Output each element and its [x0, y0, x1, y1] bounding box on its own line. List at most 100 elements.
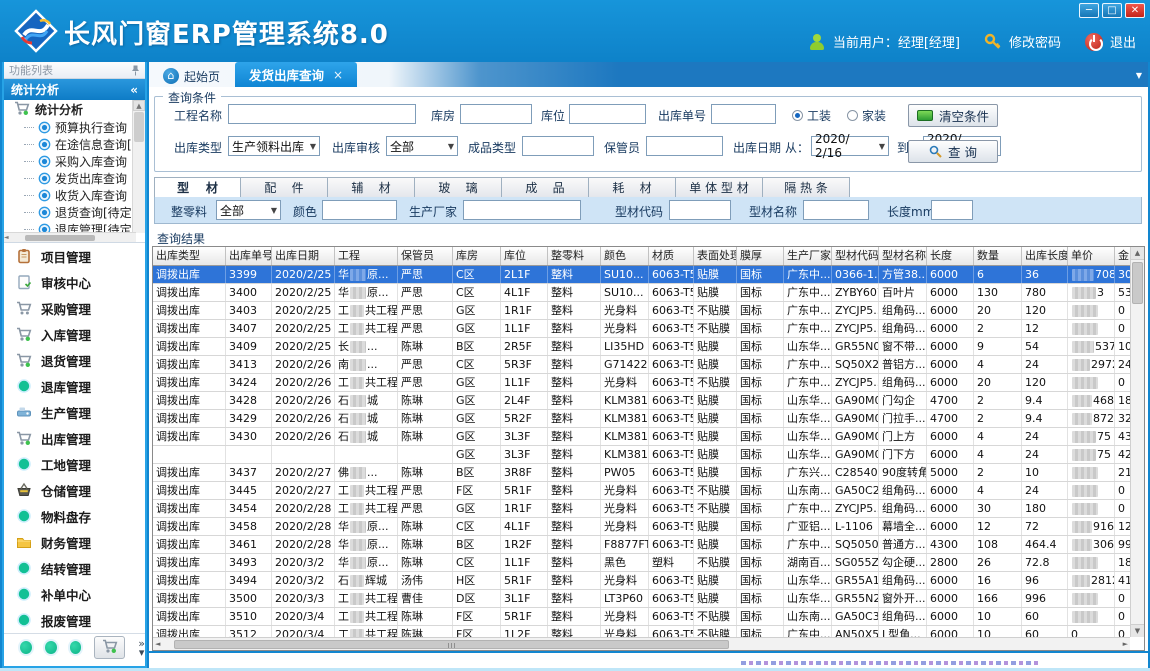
green-dot-icon[interactable] [45, 641, 57, 654]
column-header[interactable]: 材质 [649, 247, 694, 265]
tree-item-0[interactable]: 预算执行查询 [4, 119, 145, 136]
table-vertical-scrollbar[interactable]: ▲▼ [1130, 247, 1144, 637]
keeper-input[interactable] [646, 136, 723, 156]
tree-item-5[interactable]: 退货查询[待定] [4, 204, 145, 221]
collapse-icon[interactable]: « [130, 83, 138, 97]
minimize-button[interactable]: ─ [1079, 3, 1099, 18]
subtab-1[interactable]: 配 件 [241, 177, 328, 198]
subtab-4[interactable]: 成 品 [502, 177, 589, 198]
table-row[interactable]: 调拨出库34242020/2/26工共工程严思G区1L1F整料光身料6063-T… [153, 374, 1130, 392]
outbound-type-select[interactable]: 生产领料出库▼ [228, 136, 320, 156]
column-header[interactable]: 工程 [335, 247, 398, 265]
column-header[interactable]: 出库单号 [226, 247, 272, 265]
subtab-0[interactable]: 型 材 [154, 177, 241, 198]
overflow-chevron-icon[interactable]: »▾ [138, 639, 145, 657]
table-row[interactable]: 调拨出库34092020/2/25长...陈琳B区2R5F整料LI35HD606… [153, 338, 1130, 356]
tab-list-dropdown-icon[interactable]: ▼ [1136, 71, 1142, 80]
table-row[interactable]: 调拨出库34072020/2/25工共工程严思G区1L1F整料光身料6063-T… [153, 320, 1130, 338]
column-header[interactable]: 出库长度 [1022, 247, 1068, 265]
warehouse-input[interactable] [460, 104, 532, 124]
column-header[interactable]: 颜色 [601, 247, 649, 265]
table-row[interactable]: 调拨出库34582020/2/28华原...陈琳C区4L1F整料光身料6063-… [153, 518, 1130, 536]
sidebar-menu-补单中心[interactable]: 补单中心 [4, 581, 145, 607]
project-name-input[interactable] [228, 104, 416, 124]
tab-close-icon[interactable]: × [333, 68, 343, 82]
sidebar-menu-物料盘存[interactable]: 物料盘存 [4, 503, 145, 529]
maximize-button[interactable]: □ [1102, 3, 1122, 18]
product-type-input[interactable] [522, 136, 594, 156]
radio-gongzhuang[interactable]: 工装 [792, 107, 831, 124]
table-row[interactable]: 调拨出库35002020/3/3工共工程曹佳D区3L1F整料LT3P606063… [153, 590, 1130, 608]
length-input[interactable] [931, 200, 973, 220]
sidebar-menu-生产管理[interactable]: 生产管理 [4, 399, 145, 425]
tab-home[interactable]: ⌂ 起始页 [153, 65, 230, 87]
green-dot-icon[interactable] [20, 641, 32, 654]
order-no-input[interactable] [711, 104, 776, 124]
table-horizontal-scrollbar[interactable]: ◄► [153, 637, 1130, 650]
sidebar-menu-出库管理[interactable]: 出库管理 [4, 425, 145, 451]
table-row[interactable]: 调拨出库34612020/2/28华原...陈琳B区1R2F整料F8877FT6… [153, 536, 1130, 554]
sidebar-menu-仓储管理[interactable]: 仓储管理 [4, 477, 145, 503]
logout-link[interactable]: 退出 [1110, 32, 1136, 51]
tree-item-1[interactable]: 在途信息查询[待 [4, 136, 145, 153]
table-row[interactable]: 调拨出库34452020/2/27工共工程严思F区5R1F整料光身料6063-T… [153, 482, 1130, 500]
column-header[interactable]: 库位 [501, 247, 548, 265]
tree-item-4[interactable]: 收货入库查询 [4, 187, 145, 204]
sidebar-menu-工地管理[interactable]: 工地管理 [4, 451, 145, 477]
green-dot-icon[interactable] [70, 641, 82, 654]
table-row[interactable]: 调拨出库34002020/2/25华原...严思C区4L1F整料SU10...6… [153, 284, 1130, 302]
subtab-5[interactable]: 耗 材 [589, 177, 676, 198]
close-button[interactable]: ✕ [1125, 3, 1145, 18]
whole-part-select[interactable]: 全部▼ [216, 200, 281, 220]
column-header[interactable]: 整零料 [548, 247, 601, 265]
column-header[interactable]: 表面处理 [694, 247, 737, 265]
column-header[interactable]: 数量 [974, 247, 1022, 265]
profile-name-input[interactable] [803, 200, 869, 220]
profile-code-input[interactable] [669, 200, 731, 220]
pin-icon[interactable] [131, 65, 140, 76]
table-row[interactable]: 调拨出库33992020/2/25华原...严思C区2L1F整料SU10...6… [153, 266, 1130, 284]
column-header[interactable]: 库房 [453, 247, 501, 265]
column-header[interactable]: 生产厂家 [784, 247, 832, 265]
tree-root-node[interactable]: 统计分析 [4, 100, 145, 119]
column-header[interactable]: 出库日期 [272, 247, 335, 265]
sidebar-menu-结转管理[interactable]: 结转管理 [4, 555, 145, 581]
tab-shipment-outbound-query[interactable]: 发货出库查询 × [235, 62, 357, 87]
table-row[interactable]: 调拨出库34132020/2/26南...严思C区5R3F整料G71422606… [153, 356, 1130, 374]
subtab-3[interactable]: 玻 璃 [415, 177, 502, 198]
column-header[interactable]: 长度 [927, 247, 974, 265]
factory-input[interactable] [463, 200, 581, 220]
table-row[interactable]: 调拨出库34542020/2/28工共工程严思G区1R1F整料光身料6063-T… [153, 500, 1130, 518]
tree-item-3[interactable]: 发货出库查询 [4, 170, 145, 187]
cart-toolbar-button[interactable] [94, 636, 125, 659]
location-input[interactable] [569, 104, 646, 124]
table-row[interactable]: 调拨出库34302020/2/26石城陈琳G区3L3F整料KLM38176063… [153, 428, 1130, 446]
column-header[interactable]: 出库类型 [153, 247, 226, 265]
table-row[interactable]: 调拨出库34032020/2/25工共工程严思G区1R1F整料光身料6063-T… [153, 302, 1130, 320]
sidebar-menu-财务管理[interactable]: 财务管理 [4, 529, 145, 555]
sidebar-menu-项目管理[interactable]: 项目管理 [4, 243, 145, 269]
column-header[interactable]: 型材代码 [832, 247, 879, 265]
tree-item-2[interactable]: 采购入库查询 [4, 153, 145, 170]
clear-conditions-button[interactable]: 清空条件 [908, 104, 998, 127]
radio-jiazhuang[interactable]: 家装 [847, 107, 886, 124]
subtab-2[interactable]: 辅 材 [328, 177, 415, 198]
section-title[interactable]: 统计分析 [11, 81, 59, 98]
table-row[interactable]: 调拨出库34372020/2/27佛...陈琳B区3R8F整料PW056063-… [153, 464, 1130, 482]
table-row[interactable]: 调拨出库34942020/3/2石辉城汤伟H区5R1F整料光身料6063-T5贴… [153, 572, 1130, 590]
column-header[interactable]: 保管员 [398, 247, 453, 265]
table-row[interactable]: G区3L3F整料KLM38176063-T5贴膜国标山东华...GA90M09.… [153, 446, 1130, 464]
table-row[interactable]: 调拨出库34932020/3/2华原...陈琳C区1L1F整料黑色塑料不贴膜国标… [153, 554, 1130, 572]
sidebar-menu-报废管理[interactable]: 报废管理 [4, 607, 145, 633]
sidebar-menu-入库管理[interactable]: 入库管理 [4, 321, 145, 347]
subtab-6[interactable]: 单 体 型 材 [676, 177, 763, 198]
tree-horizontal-scrollbar[interactable]: ◄ [4, 232, 136, 242]
change-password-link[interactable]: 修改密码 [1009, 32, 1061, 51]
table-row[interactable]: 调拨出库35102020/3/4工共工程陈琳F区5R1F整料光身料6063-T5… [153, 608, 1130, 626]
search-button[interactable]: 查 询 [908, 140, 998, 163]
color-input[interactable] [322, 200, 397, 220]
date-from-picker[interactable]: 2020/ 2/16▼ [811, 136, 889, 156]
sidebar-menu-审核中心[interactable]: 审核中心 [4, 269, 145, 295]
table-row[interactable]: 调拨出库34282020/2/26石城陈琳G区2L4F整料KLM38176063… [153, 392, 1130, 410]
column-header[interactable]: 型材名称 [879, 247, 927, 265]
